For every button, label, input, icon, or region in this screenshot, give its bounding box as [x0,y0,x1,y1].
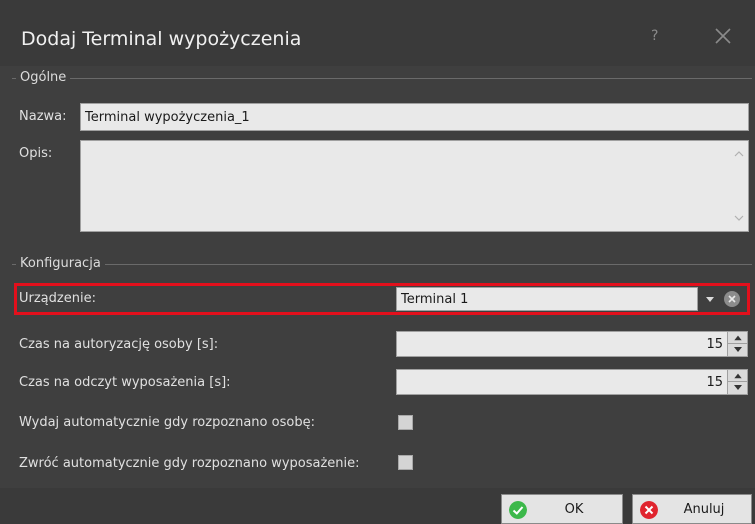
decrement-icon[interactable] [728,382,748,394]
increment-icon[interactable] [728,370,748,382]
help-button[interactable]: ? [651,28,658,44]
chevron-down-icon[interactable] [702,289,718,309]
clear-icon[interactable] [724,291,740,307]
auth-time-value: 15 [706,336,723,352]
name-input[interactable]: Terminal wypożyczenia_1 [80,103,749,131]
device-select[interactable]: Terminal 1 [396,287,698,311]
title-bar: Dodaj Terminal wypożyczenia ? [0,0,755,66]
read-time-stepper[interactable]: 15 [396,369,748,395]
auth-time-spin-buttons[interactable] [727,332,748,356]
dialog-title: Dodaj Terminal wypożyczenia [21,28,302,50]
close-icon[interactable] [711,24,735,48]
general-group-label: Ogólne [16,70,71,85]
config-group-label: Konfiguracja [16,256,105,271]
read-time-spin-buttons[interactable] [727,370,748,394]
general-group-line [12,78,752,79]
ok-button[interactable]: OK [501,494,623,524]
scroll-up-icon[interactable] [734,149,744,159]
auth-time-label: Czas na autoryzację osoby [s]: [19,337,219,352]
increment-icon[interactable] [728,332,748,344]
auto-return-label: Zwróć automatycznie gdy rozpoznano wypos… [19,456,360,471]
ok-button-label: OK [564,501,584,517]
cancel-button[interactable]: Anuluj [632,494,752,524]
description-scrollbar[interactable] [730,141,748,231]
cancel-button-label: Anuluj [683,501,725,517]
read-time-value: 15 [706,374,723,390]
auto-return-checkbox[interactable] [398,455,413,470]
name-label: Nazwa: [19,109,67,124]
config-group-line [12,264,752,265]
scroll-down-icon[interactable] [734,213,744,223]
auto-issue-checkbox[interactable] [398,415,413,430]
description-label: Opis: [19,146,53,161]
auto-issue-label: Wydaj automatycznie gdy rozpoznano osobę… [19,415,315,430]
device-label: Urządzenie: [19,291,96,306]
decrement-icon[interactable] [728,344,748,356]
description-textarea[interactable] [80,140,749,232]
read-time-label: Czas na odczyt wyposażenia [s]: [19,375,231,390]
auth-time-stepper[interactable]: 15 [396,331,748,357]
device-select-value: Terminal 1 [401,291,469,307]
